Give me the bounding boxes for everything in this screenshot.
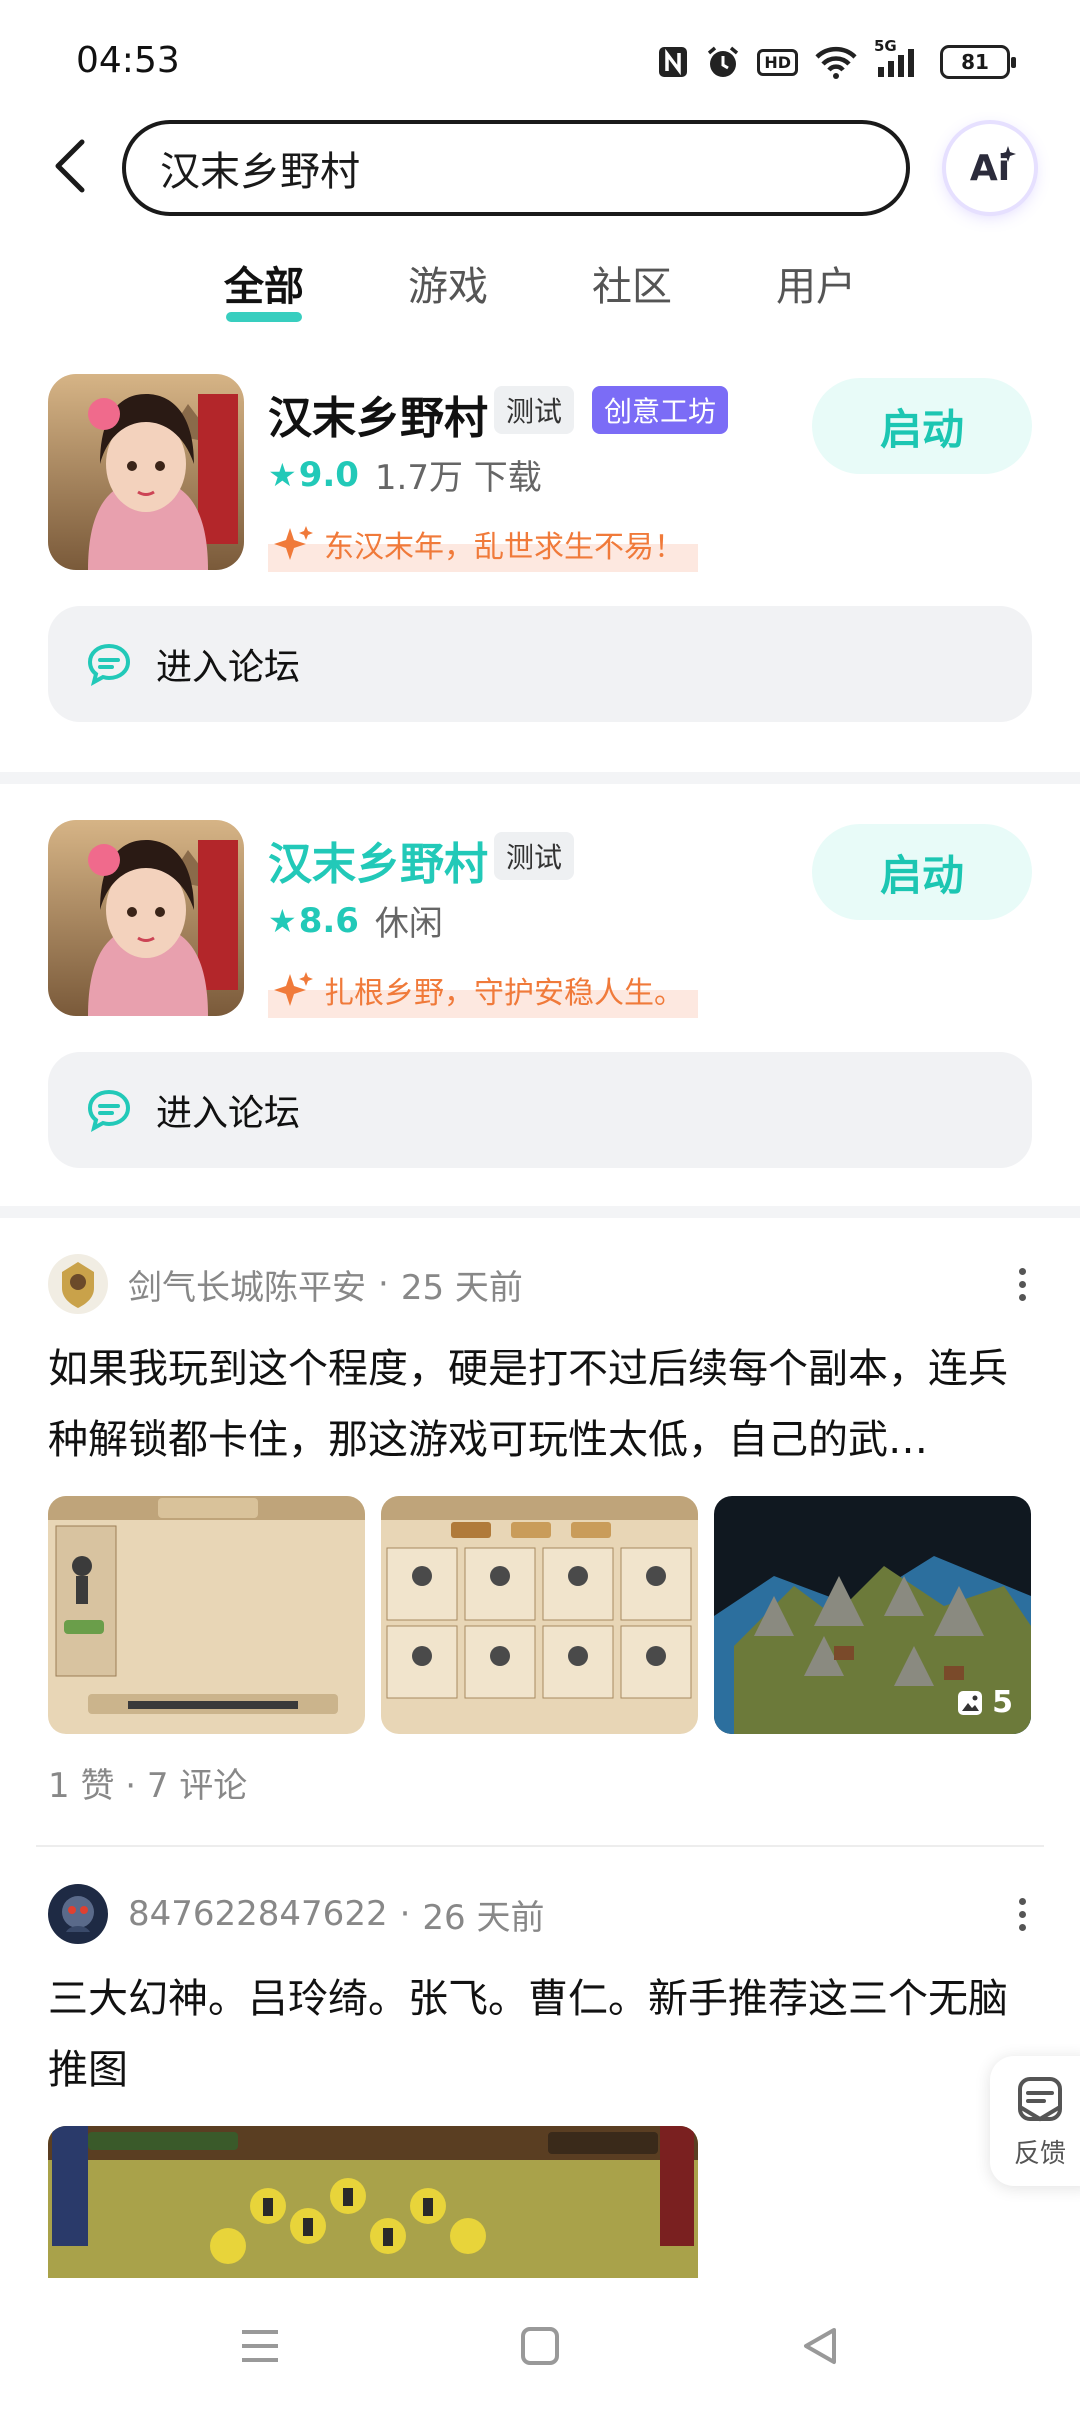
tag-test: 测试 [494,386,575,434]
star-icon: ★ [268,455,297,494]
chat-bubble-icon [87,1089,131,1132]
post-image[interactable] [48,1496,365,1734]
back-triangle-icon [804,2328,836,2364]
section-divider [0,772,1080,784]
battery-icon: 81 [940,45,1016,79]
more-options-button[interactable] [1004,1266,1040,1302]
tab-all[interactable]: 全部 [220,254,308,322]
system-nav-bar [0,2278,1080,2414]
alarm-icon [705,44,741,80]
separator-dot: · [378,1264,389,1304]
search-query: 汉末乡野村 [160,149,360,195]
wifi-icon [814,45,858,79]
avatar[interactable] [48,1884,108,1944]
post-text[interactable]: 如果我玩到这个程度，硬是打不过后续每个副本，连兵种解锁都卡住，那这游戏可玩性太低… [48,1334,1038,1476]
menu-icon [242,2330,278,2362]
post-images: 5 [48,1496,1031,1734]
download-count: 1.7万 下载 [374,458,542,498]
community-post[interactable]: 剑气长城陈平安 · 25 天前 如果我玩到这个程度，硬是打不过后续每个副本，连兵… [0,1254,1080,1814]
home-square-icon [521,2327,559,2365]
rating-value: 8.6 [298,900,359,941]
post-divider [36,1845,1044,1847]
feedback-label: 反馈 [1013,2138,1066,2169]
sparkle-icon [274,972,313,1006]
star-icon: ★ [268,901,297,940]
post-header: 847622847622 · 26 天前 [48,1884,544,1944]
status-time: 04:53 [76,40,180,81]
tag-test: 测试 [494,832,575,880]
image-icon [958,1690,983,1715]
game-result-card[interactable]: 汉末乡野村 测试 ★ 8.6 休闲 扎根乡野，守护安稳人生。 启动 进入论坛 [0,820,1080,1220]
game-slogan: 东汉末年，乱世求生不易！ [268,516,698,572]
post-text[interactable]: 三大幻神。吕玲绮。张飞。曹仁。新手推荐这三个无脑推图 [48,1964,1038,2106]
tab-users[interactable]: 用户 [772,254,860,312]
chat-bubble-icon [87,643,131,686]
forum-label: 进入论坛 [156,647,301,688]
more-options-button[interactable] [1004,1896,1040,1932]
game-rating: ★ 9.0 1.7万 下载 [268,450,542,499]
post-time: 25 天前 [400,1267,523,1308]
game-result-card[interactable]: 汉末乡野村 测试 创意工坊 ★ 9.0 1.7万 下载 东汉末年，乱世求生不易！ … [0,374,1080,774]
post-images [48,2126,698,2278]
signal-icon: 5G [874,37,924,79]
sparkle-icon [274,526,313,560]
launch-button[interactable]: 启动 [812,824,1032,920]
tab-games[interactable]: 游戏 [404,254,492,312]
game-icon[interactable] [48,374,244,570]
game-rating: ★ 8.6 休闲 [268,896,443,945]
back-button[interactable] [40,136,100,196]
separator-dot: · [399,1894,411,1934]
post-stats: 1 赞 · 7 评论 [48,1766,248,1806]
post-image[interactable] [381,1496,698,1734]
image-count: 5 [956,1685,1013,1720]
post-header: 剑气长城陈平安 · 25 天前 [48,1254,523,1314]
community-post[interactable]: 847622847622 · 26 天前 三大幻神。吕玲绮。张飞。曹仁。新手推荐… [0,1884,1080,2278]
rating-value: 9.0 [298,454,359,495]
enter-forum-button[interactable]: 进入论坛 [48,1052,1032,1168]
ai-assistant-button[interactable]: Ai [946,124,1034,212]
post-time: 26 天前 [422,1897,545,1938]
home-button[interactable] [510,2316,570,2376]
chevron-left-icon [55,139,85,193]
hd-icon: HD [757,48,798,76]
network-type: 5G [874,37,897,55]
section-divider [0,1206,1080,1218]
feedback-button[interactable]: 反馈 [990,2056,1080,2186]
post-image[interactable] [48,2126,698,2278]
launch-button[interactable]: 启动 [812,378,1032,474]
sparkle-icon [1000,146,1016,162]
enter-forum-button[interactable]: 进入论坛 [48,606,1032,722]
game-icon[interactable] [48,820,244,1016]
forum-label: 进入论坛 [156,1093,301,1134]
post-image[interactable]: 5 [714,1496,1031,1734]
game-title[interactable]: 汉末乡野村 [268,828,488,892]
game-slogan: 扎根乡野，守护安稳人生。 [268,962,698,1018]
menu-button[interactable] [230,2316,290,2376]
search-tabs: 全部 游戏 社区 用户 [0,254,1080,322]
post-author[interactable]: 剑气长城陈平安 [128,1260,366,1309]
status-bar: 04:53 HD 5G 81 [0,0,1080,120]
tab-community[interactable]: 社区 [588,254,676,312]
tag-creative-workshop: 创意工坊 [592,386,729,434]
search-input[interactable]: 汉末乡野村 [122,120,910,216]
nfc-icon [657,45,689,79]
avatar[interactable] [48,1254,108,1314]
status-icons: HD 5G 81 [657,37,1016,80]
back-nav-button[interactable] [790,2316,850,2376]
game-category: 休闲 [374,904,443,944]
post-author[interactable]: 847622847622 [128,1894,388,1934]
feedback-icon [1018,2076,1062,2121]
game-title[interactable]: 汉末乡野村 [268,382,488,446]
